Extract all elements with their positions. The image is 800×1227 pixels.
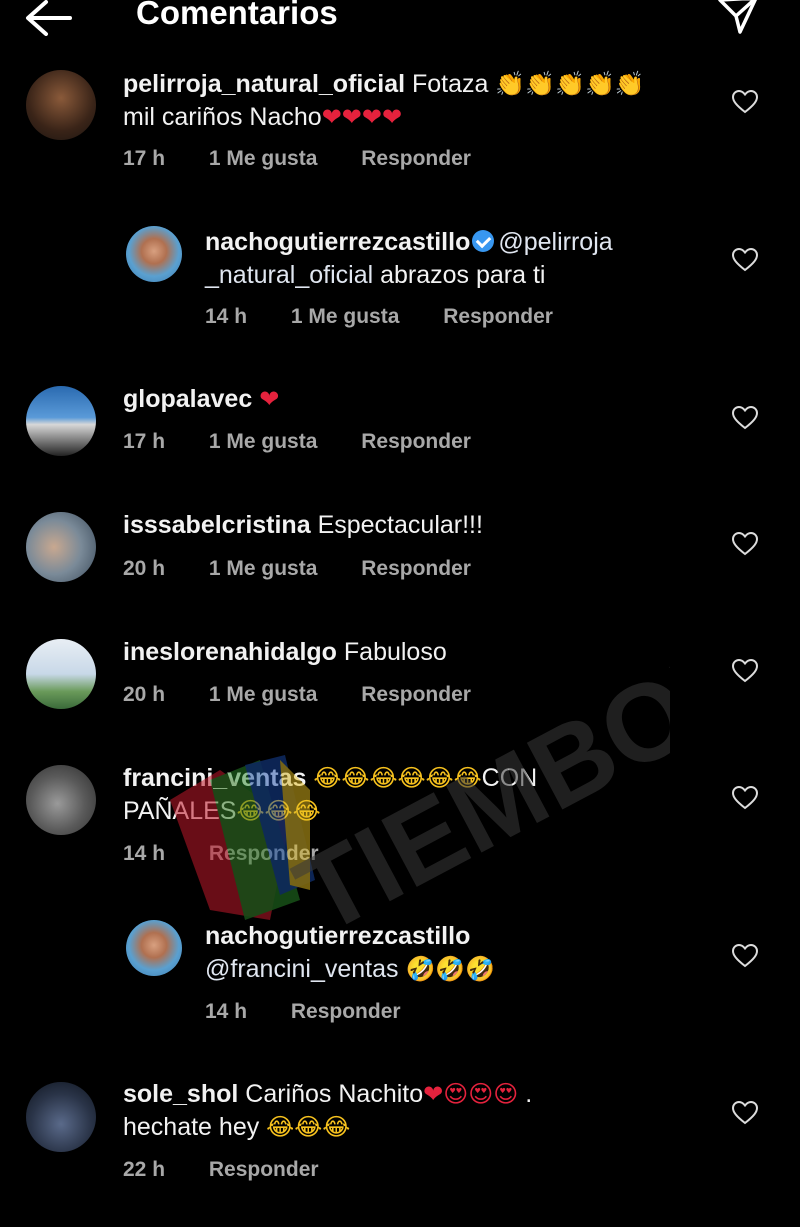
comment-text: isssabelcristina Espectacular!!! — [123, 511, 483, 539]
timestamp: 22 h — [123, 1158, 166, 1181]
timestamp: 14 h — [123, 842, 166, 865]
avatar[interactable] — [26, 386, 96, 456]
heart-emoji: ❤❤❤❤ — [321, 103, 403, 131]
like-heart-icon[interactable] — [732, 659, 758, 683]
like-heart-icon[interactable] — [732, 1101, 758, 1125]
rofl-emoji: 🤣🤣🤣 — [405, 955, 496, 983]
avatar[interactable] — [126, 920, 182, 976]
mention-link[interactable]: @pelirroja — [498, 228, 612, 256]
avatar[interactable] — [26, 70, 96, 140]
timestamp: 17 h — [123, 147, 166, 170]
mention-link[interactable]: @francini_ventas — [205, 955, 399, 983]
comment-text: francini_ventas 😂😂😂😂😂😂CON PAÑALES😂😂😂 — [123, 764, 538, 825]
timestamp: 20 h — [123, 683, 166, 706]
likes-count[interactable]: 1 Me gusta — [209, 147, 318, 170]
comment-meta: 22 h Responder — [123, 1158, 357, 1182]
comment-meta: 14 h Responder — [123, 842, 357, 866]
comment-meta: 17 h 1 Me gusta Responder — [123, 147, 509, 171]
back-arrow-icon[interactable] — [22, 0, 74, 36]
reply-button[interactable]: Responder — [361, 557, 471, 580]
verified-badge-icon — [472, 230, 495, 252]
laughing-emoji: 😂😂😂 — [266, 1113, 351, 1141]
comment-text: sole_shol Cariños Nachito❤😍😍😍 . hechate … — [123, 1080, 533, 1141]
avatar[interactable] — [26, 1082, 96, 1152]
comment-text: nachogutierrezcastillo @francini_ventas … — [205, 920, 725, 986]
like-heart-icon[interactable] — [732, 406, 758, 430]
likes-count[interactable]: 1 Me gusta — [209, 430, 318, 453]
timestamp: 14 h — [205, 1000, 248, 1023]
clap-emoji: 👏👏👏👏👏 — [495, 70, 645, 98]
comment-meta: 14 h Responder — [205, 1000, 439, 1024]
username[interactable]: glopalavec — [123, 385, 252, 413]
like-heart-icon[interactable] — [732, 944, 758, 968]
timestamp: 14 h — [205, 305, 248, 328]
username[interactable]: nachogutierrezcastillo — [205, 922, 470, 950]
like-heart-icon[interactable] — [732, 248, 758, 272]
comment-text: nachogutierrezcastillo @pelirroja _natura… — [205, 228, 613, 289]
like-heart-icon[interactable] — [732, 90, 758, 114]
timestamp: 17 h — [123, 430, 166, 453]
heart-emoji: ❤ — [259, 385, 280, 413]
username[interactable]: ineslorenahidalgo — [123, 638, 337, 666]
username[interactable]: sole_shol — [123, 1080, 238, 1108]
reply-button[interactable]: Responder — [361, 683, 471, 706]
like-heart-icon[interactable] — [732, 532, 758, 556]
comment-text: pelirroja_natural_oficial Fotaza 👏👏👏👏👏 m… — [123, 70, 645, 131]
avatar[interactable] — [26, 765, 96, 835]
comment-meta: 20 h 1 Me gusta Responder — [123, 683, 509, 707]
comment-text: ineslorenahidalgo Fabuloso — [123, 638, 447, 666]
username[interactable]: nachogutierrezcastillo — [205, 228, 470, 256]
comment-meta: 20 h 1 Me gusta Responder — [123, 557, 509, 581]
likes-count[interactable]: 1 Me gusta — [209, 683, 318, 706]
page-title: Comentarios — [136, 0, 338, 31]
avatar[interactable] — [126, 226, 182, 282]
avatar[interactable] — [26, 639, 96, 709]
header-bar: Comentarios — [0, 0, 800, 40]
comment-text: glopalavec ❤ — [123, 383, 723, 416]
comment-meta: 14 h 1 Me gusta Responder — [205, 305, 591, 329]
likes-count[interactable]: 1 Me gusta — [291, 305, 400, 328]
reply-button[interactable]: Responder — [209, 842, 319, 865]
laughing-emoji: 😂😂😂 — [236, 797, 321, 825]
laughing-emoji: 😂😂😂😂😂😂 — [313, 764, 482, 792]
username[interactable]: isssabelcristina — [123, 511, 311, 539]
comment-meta: 17 h 1 Me gusta Responder — [123, 430, 509, 454]
reply-button[interactable]: Responder — [291, 1000, 401, 1023]
reply-button[interactable]: Responder — [443, 305, 553, 328]
reply-button[interactable]: Responder — [361, 147, 471, 170]
username[interactable]: francini_ventas — [123, 764, 306, 792]
timestamp: 20 h — [123, 557, 166, 580]
likes-count[interactable]: 1 Me gusta — [209, 557, 318, 580]
heart-eyes-emoji: ❤😍😍😍 — [423, 1080, 519, 1108]
reply-button[interactable]: Responder — [209, 1158, 319, 1181]
username[interactable]: pelirroja_natural_oficial — [123, 70, 405, 98]
avatar[interactable] — [26, 512, 96, 582]
like-heart-icon[interactable] — [732, 786, 758, 810]
reply-button[interactable]: Responder — [361, 430, 471, 453]
send-icon[interactable] — [716, 0, 760, 36]
